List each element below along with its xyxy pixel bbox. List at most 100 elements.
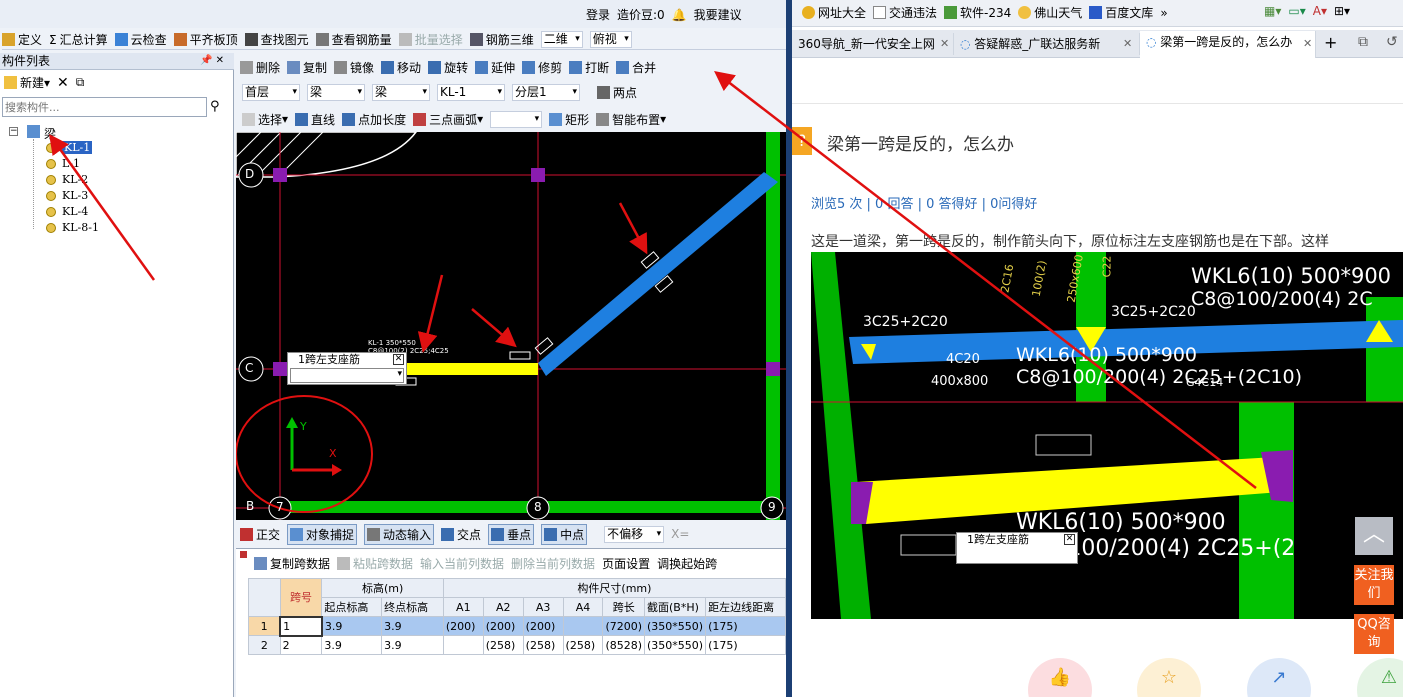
layer-select[interactable]: 分层1	[512, 83, 580, 101]
tab-current[interactable]: ◌ 梁第一跨是反的，怎么办	[1140, 31, 1316, 58]
line-button[interactable]: 直线	[295, 111, 335, 128]
restore-icon[interactable]: ⧉	[1358, 34, 1368, 50]
table-cell[interactable]: (258)	[562, 635, 604, 655]
tree-item-l-1[interactable]: L-1	[62, 157, 80, 170]
table-cell[interactable]: 3.9	[381, 635, 444, 655]
view-2d-select[interactable]: 二维	[540, 31, 583, 48]
tree-root[interactable]: 梁	[44, 125, 56, 142]
delete-column-button[interactable]: 删除当前列数据	[511, 555, 595, 572]
rotate-button[interactable]: 旋转	[428, 59, 468, 76]
view-top-select[interactable]: 俯视	[589, 31, 632, 48]
arc-button[interactable]: 三点画弧 ▾	[413, 111, 483, 128]
copy-button[interactable]: 复制	[287, 59, 327, 76]
copy-icon[interactable]: ⧉	[76, 75, 85, 90]
extend-button[interactable]: 延伸	[475, 59, 515, 76]
menu-cloud-check[interactable]: 云检查	[114, 31, 167, 48]
smart-place-button[interactable]: 智能布置 ▾	[596, 111, 666, 128]
like-icon[interactable]: 👍	[1028, 658, 1092, 697]
select-button[interactable]: 选择 ▾	[242, 111, 288, 128]
rect-button[interactable]: 矩形	[549, 111, 589, 128]
menu-rebar-qty[interactable]: 查看钢筋量	[315, 31, 392, 48]
arc-option-select[interactable]	[490, 110, 543, 128]
merge-button[interactable]: 合并	[616, 59, 656, 76]
drawing-canvas[interactable]: D C B 7 8 9 KL-1 350*550 C8@100(2) 2C25;…	[236, 132, 786, 520]
midpoint-button[interactable]: 中点	[541, 523, 588, 545]
paste-span-button[interactable]: 粘贴跨数据	[337, 555, 413, 572]
pin-icon[interactable]: 📌 ✕	[200, 55, 224, 66]
table-cell[interactable]: (175)	[705, 635, 786, 655]
menu-summary[interactable]: Σ 汇总计算	[49, 31, 108, 48]
table-cell[interactable]: (350*550)	[644, 635, 707, 655]
menu-flush-slab[interactable]: 平齐板顶	[173, 31, 238, 48]
span-cell[interactable]: 1	[279, 615, 323, 637]
table-cell[interactable]	[562, 616, 604, 636]
popup-input[interactable]	[290, 368, 404, 383]
tab-360[interactable]: 360导航_新一代安全上网	[792, 33, 954, 55]
reader-icon[interactable]: ▭▾	[1288, 4, 1305, 18]
table-cell[interactable]: (200)	[522, 616, 564, 636]
swap-start-button[interactable]: 调换起始跨	[657, 555, 717, 572]
type-select[interactable]: 梁	[372, 83, 430, 101]
category-select[interactable]: 梁	[307, 83, 365, 101]
menu-find[interactable]: 查找图元	[244, 31, 309, 48]
bookmark-item[interactable]: 佛山天气	[1018, 4, 1082, 21]
more-bookmarks-icon[interactable]: »	[1160, 6, 1167, 20]
close-tab-icon[interactable]: ✕	[1123, 37, 1132, 50]
extension-icon[interactable]: ⊞▾	[1334, 4, 1350, 18]
table-cell[interactable]: 3.9	[381, 616, 444, 636]
move-button[interactable]: 移动	[381, 59, 421, 76]
bell-icon[interactable]: 🔔	[672, 8, 687, 22]
table-row[interactable]: 1 1 3.9 3.9 (200) (200) (200) (7200) (35…	[248, 615, 786, 637]
tree-collapse-icon[interactable]: −	[9, 127, 18, 136]
break-button[interactable]: 打断	[569, 59, 609, 76]
search-input[interactable]	[2, 97, 207, 117]
component-select[interactable]: KL-1	[437, 83, 505, 101]
bookmark-item[interactable]: 软件-234	[944, 4, 1011, 21]
table-cell[interactable]: (200)	[482, 616, 524, 636]
table-cell[interactable]	[442, 635, 484, 655]
table-row[interactable]: 2 2 3.9 3.9 (258) (258) (258) (8528) (35…	[248, 635, 786, 655]
close-tab-icon[interactable]: ✕	[1303, 37, 1312, 50]
table-cell[interactable]: 3.9	[321, 635, 383, 655]
ortho-button[interactable]: 正交	[240, 526, 280, 543]
chevron-down-icon[interactable]: ▾	[397, 369, 402, 379]
close-tab-icon[interactable]: ✕	[940, 37, 949, 50]
table-cell[interactable]: (258)	[482, 635, 524, 655]
panel-close-icon[interactable]	[240, 551, 247, 558]
undo-icon[interactable]: ↺	[1386, 34, 1398, 50]
login-button[interactable]: 登录	[586, 6, 610, 23]
copy-span-button[interactable]: 复制跨数据	[254, 555, 330, 572]
delete-button[interactable]: 删除	[240, 59, 280, 76]
back-to-top-icon[interactable]: ︿	[1355, 517, 1393, 555]
dynamic-input-button[interactable]: 动态输入	[364, 523, 435, 545]
tree-item-kl-1[interactable]: KL-1	[62, 141, 93, 154]
new-tab-icon[interactable]: +	[1324, 33, 1337, 52]
share-icon[interactable]: ↗	[1247, 658, 1311, 697]
bookmark-item[interactable]: 交通违法	[873, 4, 937, 21]
search-icon[interactable]: ⚲	[210, 99, 220, 114]
bookmark-item[interactable]: 网址大全	[802, 4, 866, 21]
object-snap-button[interactable]: 对象捕捉	[287, 523, 358, 545]
table-cell[interactable]: (258)	[522, 635, 564, 655]
input-column-button[interactable]: 输入当前列数据	[420, 555, 504, 572]
delete-icon[interactable]: ✕	[57, 75, 69, 91]
tab-glodon[interactable]: ◌ 答疑解惑_广联达服务新	[954, 33, 1140, 55]
table-cell[interactable]: (175)	[705, 616, 786, 636]
favorite-icon[interactable]: ☆	[1137, 658, 1201, 697]
follow-us-button[interactable]: 关注我们	[1354, 565, 1394, 605]
table-cell[interactable]: (200)	[442, 616, 484, 636]
menu-define[interactable]: 定义	[2, 31, 42, 48]
qq-consult-button[interactable]: QQ咨询	[1354, 614, 1394, 654]
tree-item-kl-3[interactable]: KL-3	[62, 189, 88, 202]
rebar-popup[interactable]: 1跨左支座筋 ✕ ▾	[287, 352, 407, 385]
question-stats[interactable]: 浏览5 次 | 0 回答 | 0 答得好 | 0问得好	[811, 193, 1037, 212]
mirror-button[interactable]: 镜像	[334, 59, 374, 76]
close-icon[interactable]: ✕	[393, 354, 404, 365]
perpendicular-button[interactable]: 垂点	[488, 523, 535, 545]
span-cell[interactable]: 2	[279, 635, 323, 655]
trim-button[interactable]: 修剪	[522, 59, 562, 76]
two-point-button[interactable]: 两点	[597, 84, 637, 101]
menu-batch-select[interactable]: 批量选择	[398, 31, 463, 48]
bookmark-item[interactable]: 百度文库	[1089, 4, 1153, 21]
tree-item-kl-8-1[interactable]: KL-8-1	[62, 221, 99, 234]
